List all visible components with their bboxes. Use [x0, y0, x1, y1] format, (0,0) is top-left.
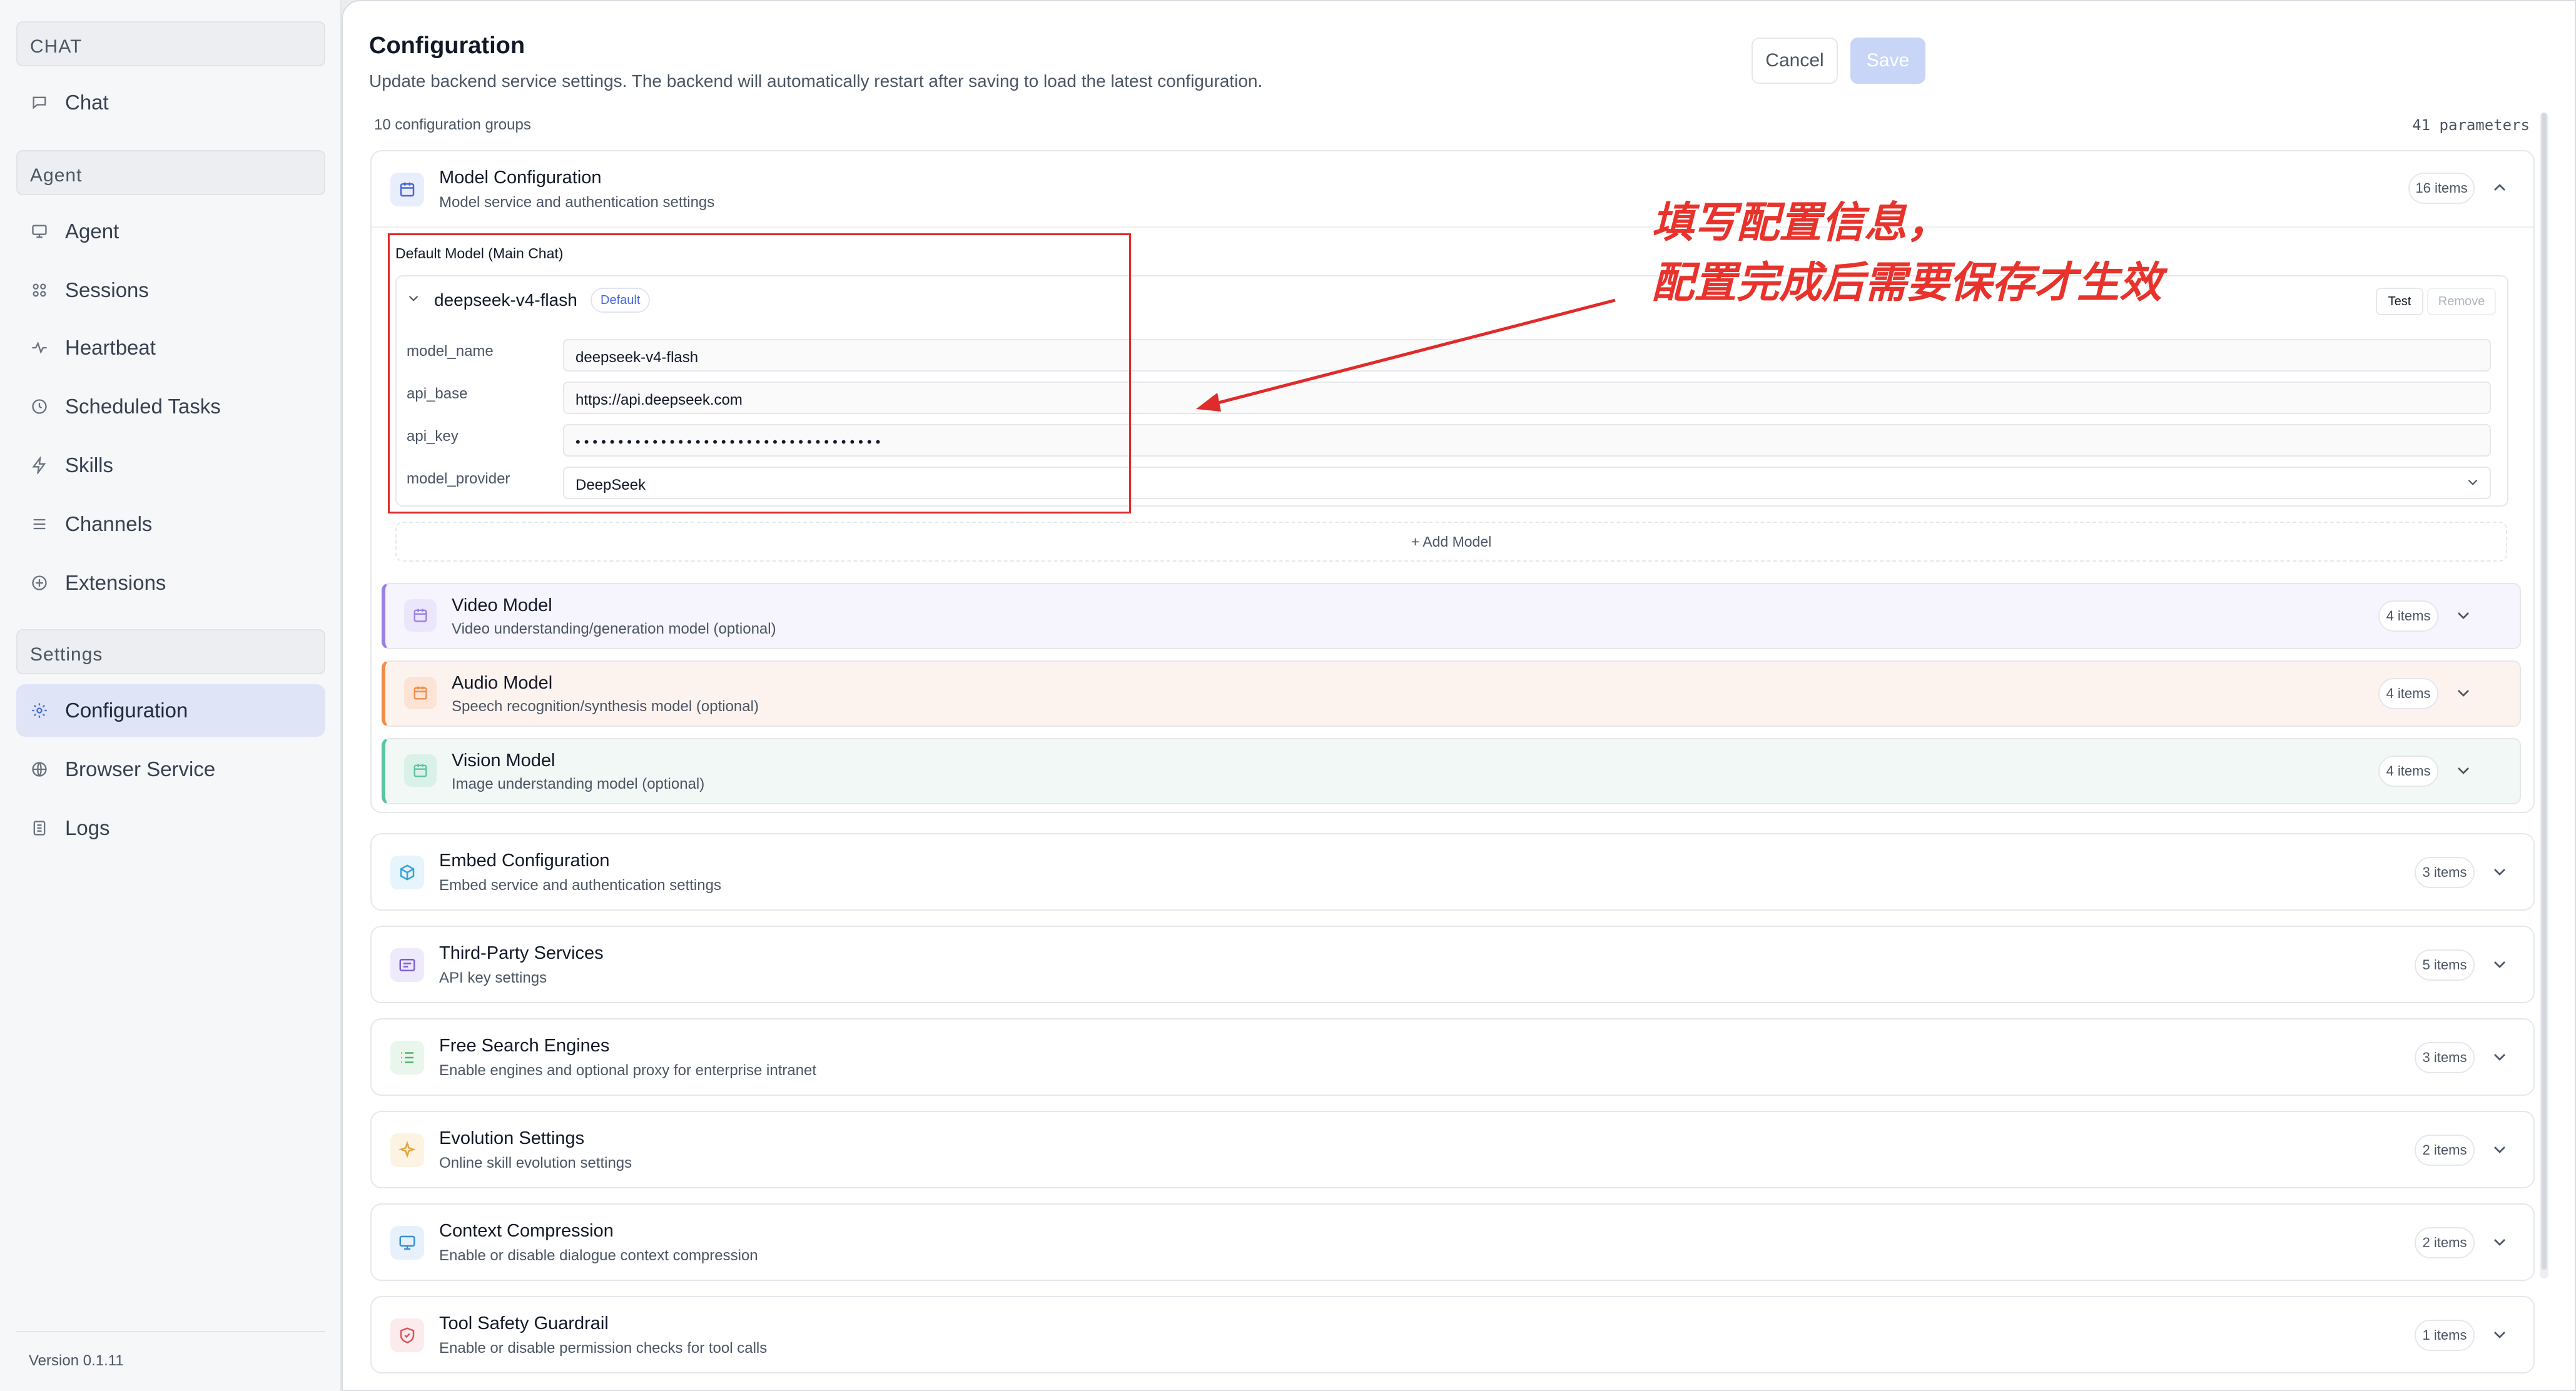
annotation-text-line1: 填写配置信息， [1651, 198, 1950, 248]
annotation-text-line2: 配置完成后需要保存才生效 [1651, 258, 2163, 308]
annotation-arrow [1196, 298, 1616, 412]
app-window: CHAT Chat Agent Agent Sessions Heartbeat… [0, 0, 2576, 1391]
